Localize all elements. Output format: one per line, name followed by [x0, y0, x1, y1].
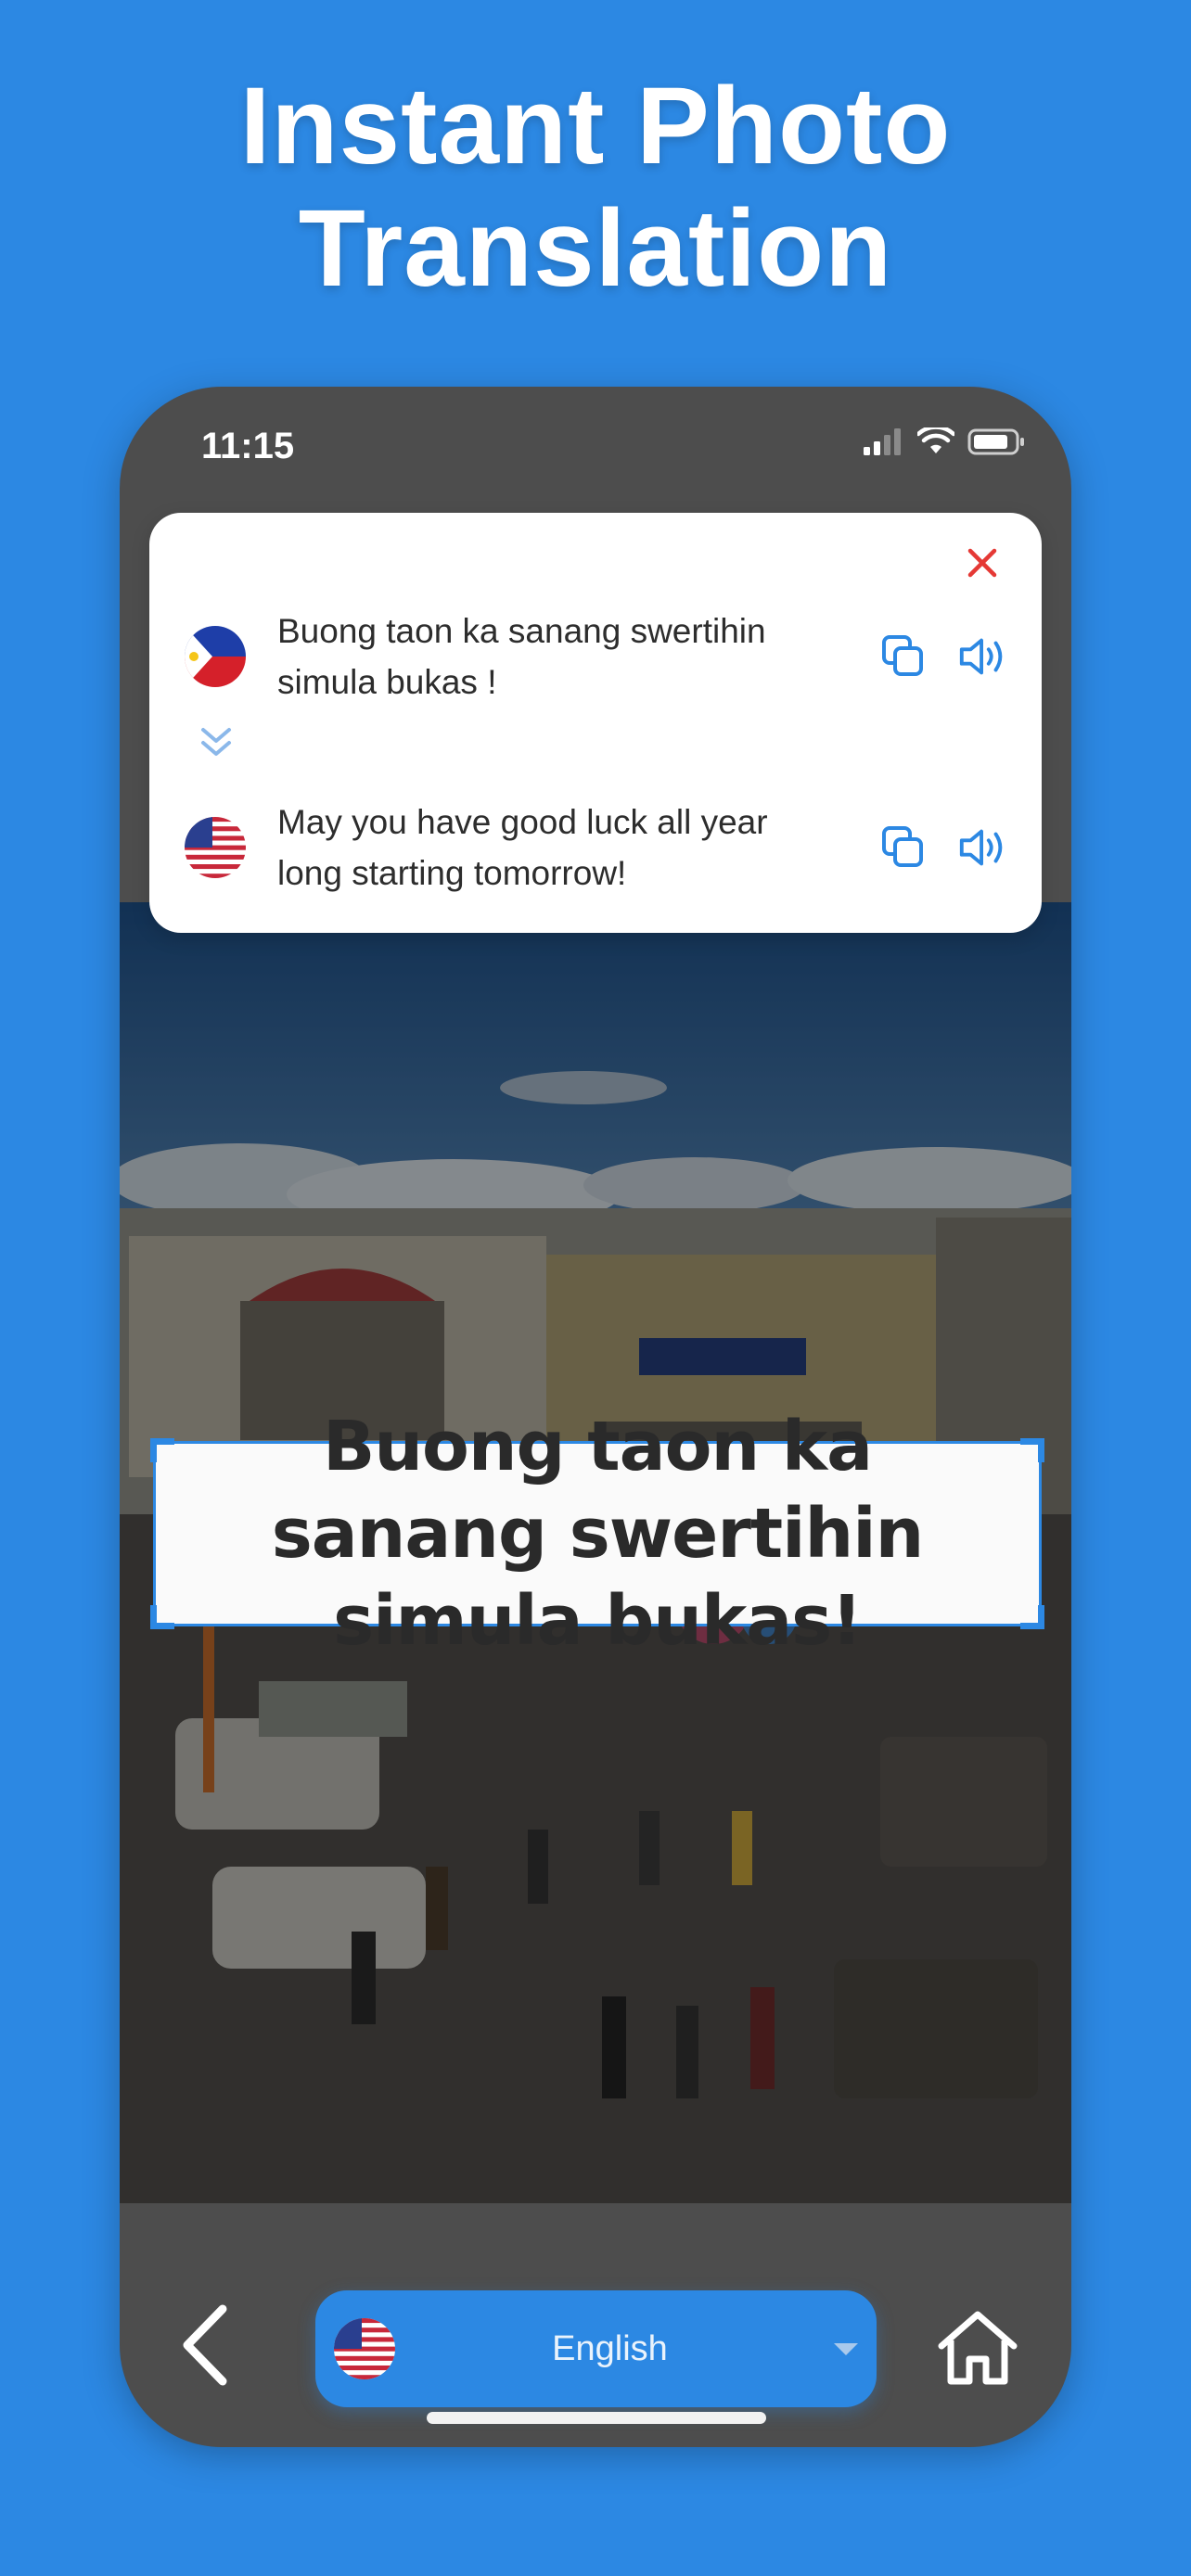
phone-frame: 11:15 Buong taon ka sanang swertihin sim… [120, 387, 1071, 2447]
translation-card: Buong taon ka sanang swertihin simula bu… [149, 513, 1042, 933]
target-text: May you have good luck all year long sta… [277, 803, 768, 892]
selection-corner-top-right[interactable] [1020, 1438, 1044, 1462]
language-label: English [552, 2328, 668, 2368]
speaker-icon [959, 829, 1003, 866]
copy-target-button[interactable] [877, 821, 930, 874]
language-select[interactable]: English [315, 2290, 877, 2407]
target-actions [877, 821, 1010, 874]
selection-corner-bottom-right[interactable] [1020, 1605, 1044, 1629]
target-translation-row: May you have good luck all year long sta… [185, 797, 1010, 899]
speak-target-button[interactable] [956, 821, 1010, 874]
headline: Instant Photo Translation [0, 65, 1191, 310]
status-time: 11:15 [201, 426, 295, 466]
selection-corner-bottom-left[interactable] [150, 1605, 174, 1629]
status-icons [864, 427, 1027, 455]
detected-text: Buong taon ka sanang swertihin simula bu… [271, 1407, 925, 1661]
source-text: Buong taon ka sanang swertihin simula bu… [277, 612, 766, 701]
speaker-icon [959, 638, 1003, 675]
close-icon [967, 548, 997, 578]
home-button[interactable] [927, 2297, 1029, 2399]
source-translation-row: Buong taon ka sanang swertihin simula bu… [185, 606, 1010, 708]
detected-text-box[interactable]: Buong taon ka sanang swertihin simula bu… [150, 1407, 1044, 1661]
copy-icon [882, 635, 923, 676]
philippines-flag-icon [185, 626, 246, 687]
close-button[interactable] [958, 539, 1006, 587]
back-button[interactable] [162, 2297, 246, 2393]
selection-corner-top-left[interactable] [150, 1438, 174, 1462]
usa-flag-icon [334, 2318, 395, 2379]
chevrons-down-icon [201, 728, 231, 756]
headline-line-2: Translation [298, 187, 893, 310]
home-indicator[interactable] [427, 2412, 766, 2424]
usa-flag-icon [185, 817, 246, 878]
headline-line-1: Instant Photo [239, 65, 952, 187]
signal-icon [864, 428, 901, 455]
copy-icon [882, 826, 923, 867]
battery-icon [967, 428, 1024, 455]
chevron-down-icon [834, 2342, 858, 2355]
speak-source-button[interactable] [956, 630, 1010, 683]
status-bar: 11:15 [120, 387, 1071, 507]
source-actions [877, 630, 1010, 683]
chevron-left-icon [183, 2304, 227, 2386]
home-icon [938, 2311, 1018, 2385]
copy-source-button[interactable] [877, 630, 930, 683]
wifi-icon [917, 427, 954, 453]
